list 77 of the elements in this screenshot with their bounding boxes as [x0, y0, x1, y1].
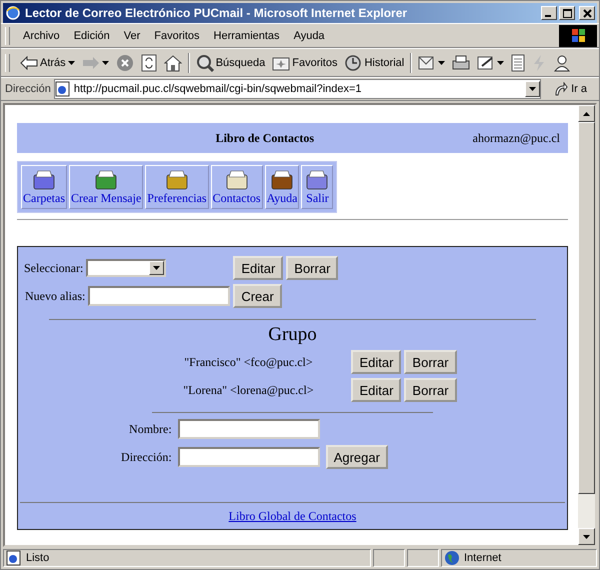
favorites-button[interactable]: Favoritos [269, 52, 340, 72]
forward-arrow-icon [82, 56, 100, 70]
edit-icon [477, 54, 496, 70]
lightning-icon [532, 54, 546, 72]
dropdown-button[interactable] [525, 81, 540, 97]
alias-label: Nuevo alias: [25, 288, 86, 304]
person-icon [553, 54, 572, 72]
clock-icon [344, 54, 362, 72]
user-email: ahormazn@puc.cl [472, 130, 561, 146]
nav-button[interactable]: Preferencias [145, 165, 209, 209]
star-folder-icon [272, 54, 290, 70]
stop-icon [116, 54, 134, 72]
maximize-button[interactable] [559, 6, 575, 20]
printer-icon [452, 54, 470, 70]
address-label: Dirección: [121, 450, 172, 464]
address-field[interactable]: http://pucmail.puc.cl/sqwebmail/cgi-bin/sqwebmail?index=1 [54, 79, 542, 99]
member-address: "Francisco" <fco@puc.cl> [183, 354, 314, 370]
nav-button[interactable]: Ayuda [264, 165, 300, 209]
group-title: Grupo [267, 324, 318, 346]
nav-button[interactable]: Carpetas [21, 165, 67, 209]
edit-button[interactable]: Editar [233, 256, 284, 280]
nav-button[interactable]: Crear Mensaje [68, 165, 144, 209]
close-button[interactable] [579, 6, 595, 20]
history-button[interactable]: Historial [341, 52, 408, 74]
caret-icon [529, 87, 536, 91]
delete-button[interactable]: Borrar [404, 378, 457, 402]
menu-item[interactable]: Ver [116, 30, 148, 42]
scroll-down-icon [583, 534, 590, 538]
envelope-icon [418, 54, 436, 70]
scroll-up-icon [583, 112, 590, 116]
home-icon [164, 54, 182, 72]
name-field[interactable] [178, 419, 320, 439]
back-arrow-icon [20, 56, 38, 70]
document-icon [511, 54, 526, 72]
minimize-button[interactable] [541, 6, 557, 20]
close-icon [582, 8, 592, 18]
scrollbar[interactable] [578, 105, 595, 545]
go-button[interactable]: Ir a [544, 82, 595, 96]
menu-item[interactable]: Archivo [16, 30, 67, 42]
edit-button[interactable]: Editar [351, 350, 402, 374]
status-text: Listo [26, 552, 50, 564]
back-button[interactable]: Atrás [17, 54, 78, 72]
name-label: Nombre: [128, 422, 172, 436]
maximize-icon [562, 8, 572, 18]
alias-select[interactable] [86, 259, 166, 277]
status-pane [407, 549, 439, 567]
globe-icon [444, 550, 460, 566]
refresh-icon [140, 54, 157, 72]
create-button[interactable]: Crear [233, 284, 282, 308]
menu-item[interactable]: Favoritos [147, 30, 207, 42]
member-address: "Lorena" <lorena@puc.cl> [182, 382, 315, 398]
search-button[interactable]: Búsqueda [192, 52, 268, 74]
go-arrow-icon [554, 82, 568, 96]
menu-item[interactable]: Edición [66, 30, 117, 42]
status-pane [373, 549, 405, 567]
address-label: Dirección [5, 83, 51, 95]
nav-button[interactable]: Contactos [210, 165, 263, 209]
menu-item[interactable]: Herramientas [206, 30, 287, 42]
select-label: Seleccionar: [24, 260, 84, 276]
nav-button[interactable]: Salir [301, 165, 334, 209]
page-icon [54, 81, 71, 97]
global-contacts-link[interactable]: Libro Global de Contactos [228, 508, 356, 524]
page-title: Libro de Contactos [214, 130, 316, 146]
search-icon [196, 54, 214, 72]
delete-button[interactable]: Borrar [286, 256, 338, 280]
alias-field[interactable] [88, 286, 230, 306]
zone-text: Internet [464, 552, 502, 564]
add-button[interactable]: Agregar [326, 445, 388, 469]
browser-icon [5, 5, 21, 21]
page-icon [6, 550, 22, 566]
window-title: Lector de Correo Electrónico PUCmail - Microsoft Internet Explorer [25, 6, 408, 20]
email-field[interactable] [178, 447, 320, 467]
menu-item[interactable]: Ayuda [286, 30, 332, 42]
delete-button[interactable]: Borrar [404, 350, 457, 374]
caret-icon [153, 266, 160, 270]
windows-logo-icon [559, 24, 597, 46]
edit-button[interactable]: Editar [351, 378, 402, 402]
